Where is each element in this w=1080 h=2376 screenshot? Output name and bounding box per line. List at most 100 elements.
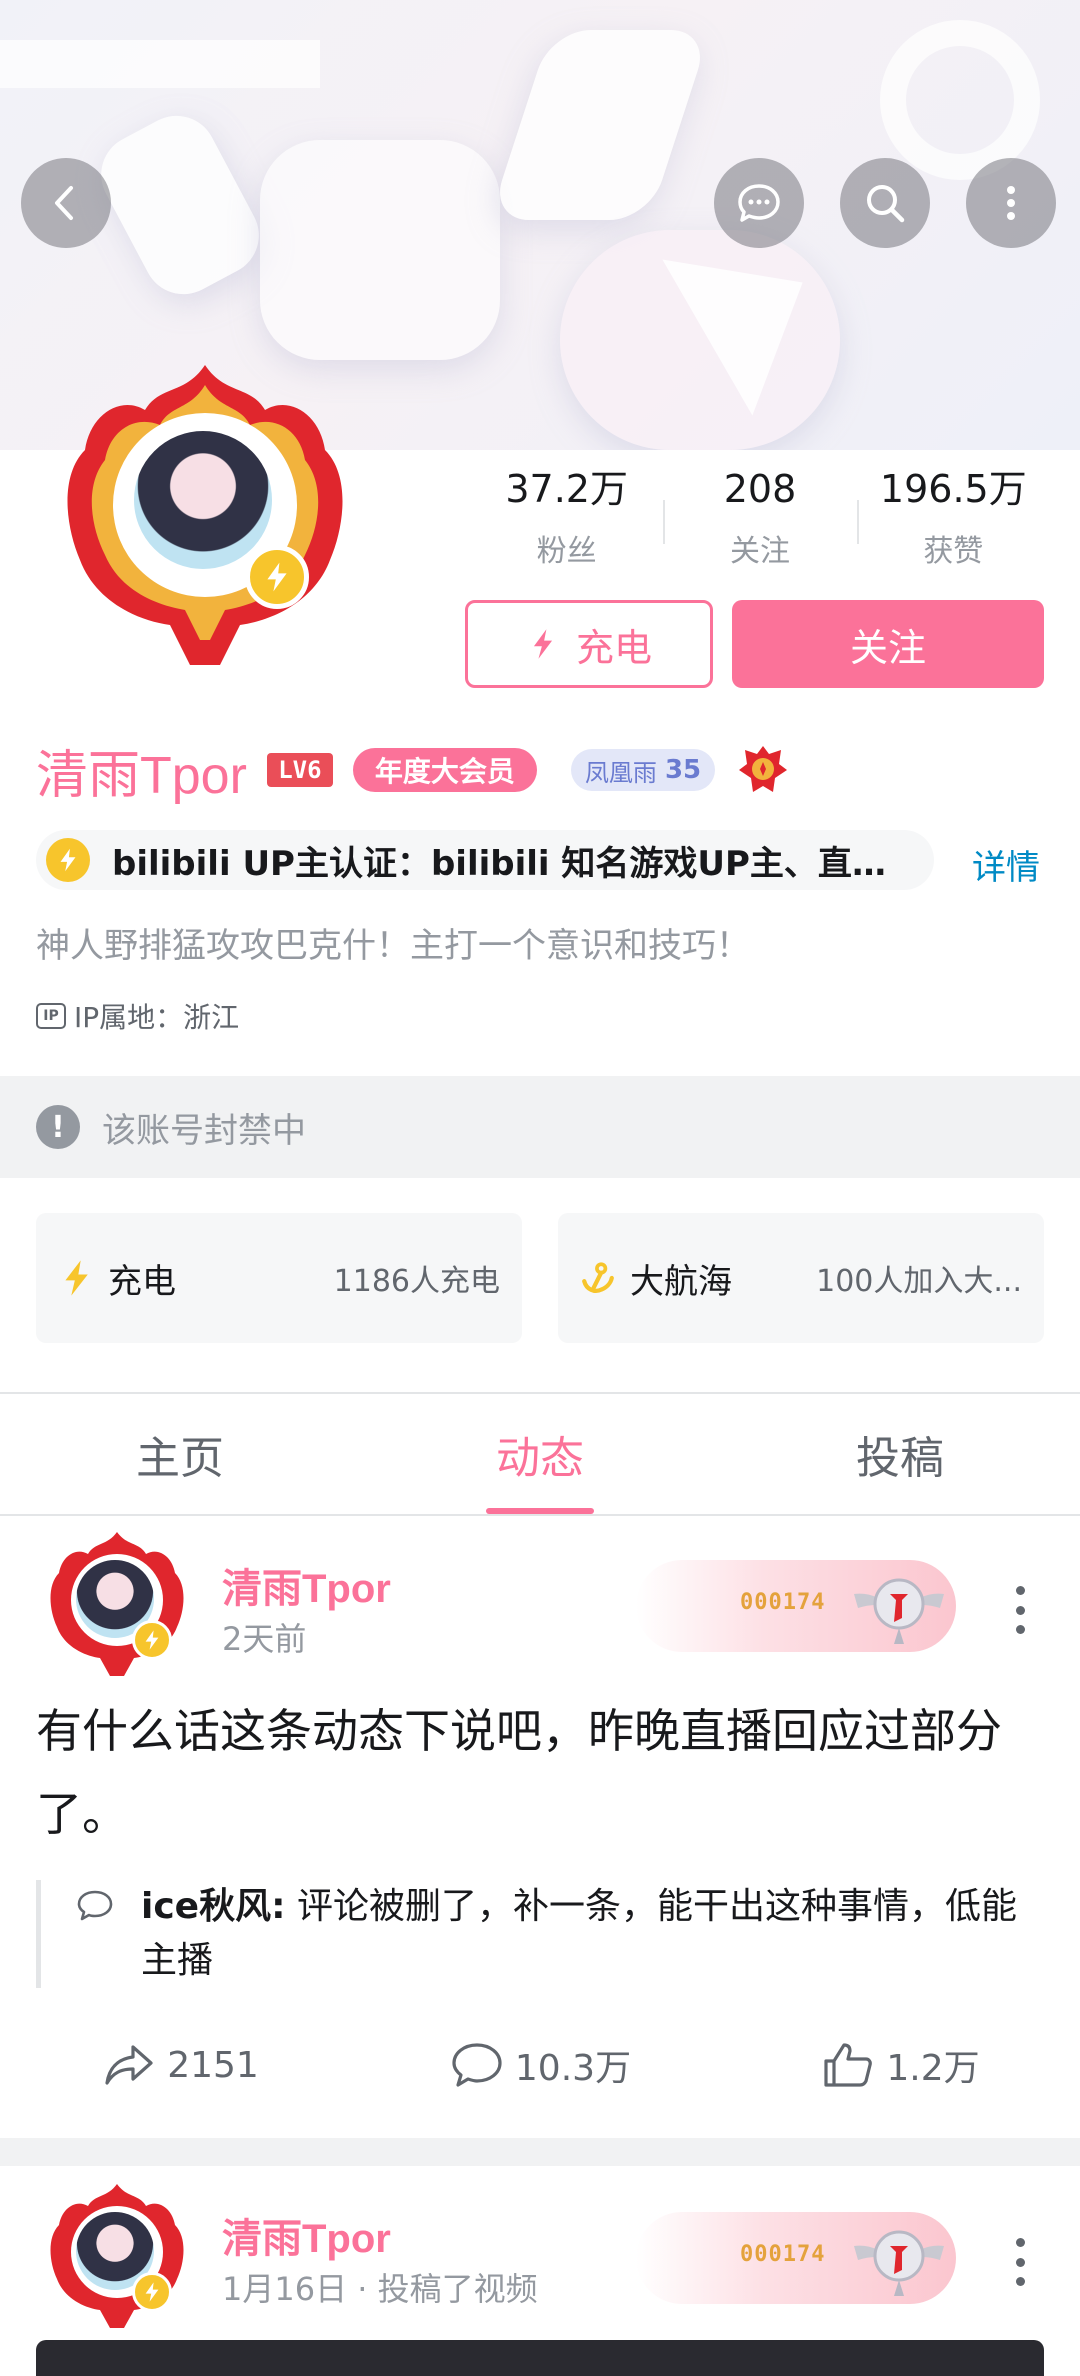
fan-number: 000174	[740, 1590, 826, 1615]
charge-card[interactable]: 充电 1186人充电	[36, 1213, 522, 1343]
profile-stats: 37.2万 粉丝 208 关注 196.5万 获赞	[470, 470, 1050, 580]
verification-row[interactable]: bilibili UP主认证：bilibili 知名游戏UP主、直播...	[36, 830, 934, 890]
post-time: 2天前	[222, 1620, 307, 1658]
stat-fans[interactable]: 37.2万 粉丝	[470, 470, 663, 580]
stat-label: 关注	[729, 534, 790, 569]
comment-button[interactable]: 10.3万	[360, 2030, 720, 2100]
video-thumbnail[interactable]	[36, 2340, 1044, 2376]
post-divider	[0, 2138, 1080, 2166]
stat-following[interactable]: 208 关注	[663, 470, 856, 580]
more-dot	[1015, 1605, 1025, 1615]
tab-uploads[interactable]: 投稿	[720, 1394, 1080, 1514]
post-author-avatar[interactable]	[42, 2180, 192, 2330]
post-more-button[interactable]	[1002, 2232, 1038, 2292]
post-text: 有什么话这条动态下说吧，昨晚直播回应过部分了。	[36, 1704, 1002, 1841]
guard-crest-icon[interactable]	[735, 742, 791, 798]
card-title: 充电	[108, 1261, 176, 1302]
post-author-name[interactable]: 清雨Tpor	[222, 2206, 391, 2264]
stat-label: 粉丝	[536, 534, 597, 569]
share-button[interactable]: 2151	[0, 2030, 360, 2100]
banner-decoration	[0, 40, 320, 88]
wing-emblem-icon	[854, 1578, 944, 1644]
chevron-left-icon	[55, 186, 73, 220]
stat-value: 37.2万	[505, 467, 628, 511]
banner-decoration	[260, 140, 500, 360]
ip-icon: IP	[36, 1003, 66, 1029]
verified-badge-icon	[132, 2272, 172, 2312]
more-button[interactable]	[966, 158, 1056, 248]
comment-author[interactable]: ice秋风:	[141, 1886, 286, 1927]
detail-link[interactable]: 详情	[972, 840, 1040, 889]
follow-button-label: 关注	[849, 625, 926, 670]
chat-bubble-icon	[738, 184, 780, 222]
share-icon	[105, 2045, 153, 2085]
lightning-icon	[65, 1260, 88, 1296]
bio-text: 神人野排猛攻攻巴克什！主打一个意识和技巧！	[36, 926, 750, 966]
fan-number: 000174	[740, 2242, 826, 2267]
post-author-avatar[interactable]	[42, 1528, 192, 1678]
more-dot	[1015, 2257, 1025, 2267]
pinned-comment[interactable]: ice秋风: 评论被删了，补一条，能干出这种事情，低能主播	[36, 1880, 1046, 1988]
banner-decoration	[489, 30, 711, 220]
search-icon	[867, 185, 905, 223]
username: 清雨Tpor	[36, 746, 247, 805]
charge-button[interactable]: 充电	[465, 600, 713, 688]
stat-likes[interactable]: 196.5万 获赞	[856, 467, 1050, 580]
guard-card[interactable]: 大航海 100人加入大...	[558, 1213, 1044, 1343]
fan-number-card[interactable]: 000174	[636, 1560, 956, 1652]
stat-value: 208	[723, 467, 797, 511]
profile-avatar[interactable]	[50, 355, 360, 665]
like-button[interactable]: 1.2万	[720, 2030, 1080, 2100]
card-value: 100人加入大...	[816, 1264, 1022, 1299]
level-badge: LV6	[266, 753, 333, 787]
ip-location-text: IP属地：浙江	[74, 1001, 240, 1034]
post-time: 1月16日 · 投稿了视频	[222, 2270, 538, 2308]
back-button[interactable]	[21, 158, 111, 248]
post-author-name[interactable]: 清雨Tpor	[222, 1556, 391, 1614]
vip-badge[interactable]: 年度大会员	[352, 748, 537, 792]
more-dot	[1015, 2238, 1025, 2247]
fan-number-card[interactable]: 000174	[636, 2212, 956, 2304]
banned-notice: ! 该账号封禁中	[0, 1076, 1080, 1178]
wing-emblem-icon	[854, 2230, 944, 2296]
medal-level: 35	[664, 755, 702, 785]
lightning-icon	[533, 629, 553, 659]
banner-decoration	[880, 20, 1040, 180]
charge-button-label: 充电	[575, 625, 652, 670]
more-vertical-icon	[1007, 186, 1015, 220]
tab-home[interactable]: 主页	[0, 1394, 360, 1514]
follow-button[interactable]: 关注	[732, 600, 1044, 688]
verified-badge-icon	[132, 1620, 172, 1660]
post-more-button[interactable]	[1002, 1580, 1038, 1640]
card-title: 大航海	[630, 1261, 732, 1302]
more-dot	[1015, 1625, 1025, 1634]
search-button[interactable]	[840, 158, 930, 248]
fan-medal[interactable]: 凤凰雨 35	[570, 749, 716, 791]
comment-count: 10.3万	[514, 2048, 632, 2089]
banner-decoration	[87, 101, 273, 309]
anchor-icon	[582, 1262, 614, 1293]
like-count: 1.2万	[886, 2048, 980, 2089]
comment-icon	[452, 2043, 502, 2087]
medal-name: 凤凰雨	[584, 758, 657, 787]
ip-location: IP IP属地：浙江	[36, 996, 239, 1036]
more-dot	[1015, 1586, 1025, 1595]
banned-text: 该账号封禁中	[102, 1110, 306, 1151]
verified-icon	[46, 838, 90, 882]
tab-dynamics[interactable]: 动态	[360, 1394, 720, 1514]
message-button[interactable]	[714, 158, 804, 248]
pinned-comment-text: ice秋风: 评论被删了，补一条，能干出这种事情，低能主播	[141, 1880, 1046, 1988]
comment-icon	[77, 1890, 113, 1921]
post-actions: 2151 10.3万 1.2万	[0, 2030, 1080, 2100]
card-value: 1186人充电	[333, 1264, 500, 1299]
share-count: 2151	[167, 2044, 259, 2086]
thumbs-up-icon	[824, 2043, 873, 2087]
verification-text: bilibili UP主认证：bilibili 知名游戏UP主、直播...	[112, 843, 892, 884]
stat-label: 获赞	[923, 534, 984, 569]
more-dot	[1015, 2277, 1025, 2286]
profile-tabs: 主页 动态 投稿	[0, 1392, 1080, 1516]
profile-name-line: 清雨Tpor LV6 年度大会员 凤凰雨 35	[36, 735, 791, 805]
verified-badge-icon	[245, 545, 309, 609]
warning-icon: !	[36, 1105, 80, 1149]
stat-value: 196.5万	[879, 467, 1027, 511]
